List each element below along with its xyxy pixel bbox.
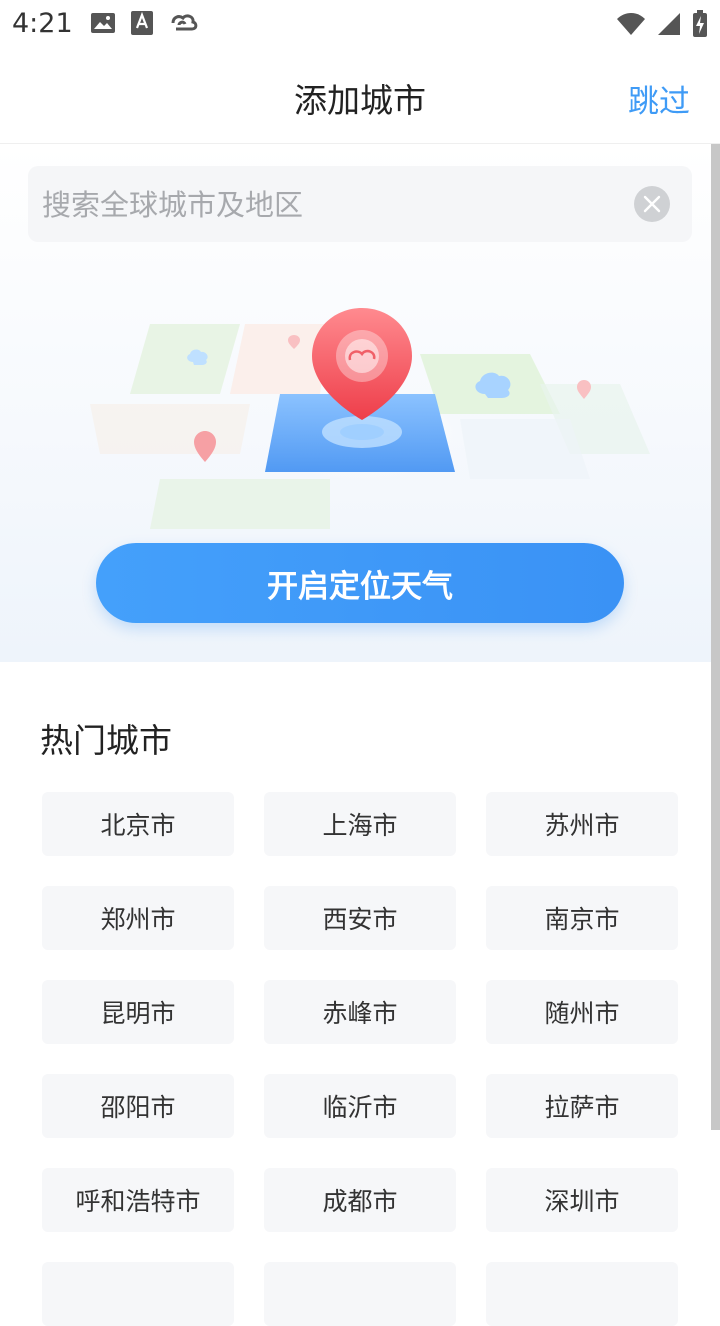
- scrollbar[interactable]: [711, 144, 720, 1130]
- skip-button[interactable]: 跳过: [628, 76, 690, 121]
- city-button[interactable]: [42, 1262, 234, 1326]
- status-bar: 4:21: [0, 0, 720, 50]
- city-button[interactable]: [264, 1262, 456, 1326]
- city-button[interactable]: 苏州市: [486, 792, 678, 856]
- location-hero: 开启定位天气: [0, 144, 711, 662]
- hot-cities-title: 热门城市: [40, 721, 172, 760]
- city-button[interactable]: 深圳市: [486, 1168, 678, 1232]
- page-title: 添加城市: [294, 81, 426, 120]
- city-button[interactable]: 呼和浩特市: [42, 1168, 234, 1232]
- city-button[interactable]: 邵阳市: [42, 1074, 234, 1138]
- city-button[interactable]: 拉萨市: [486, 1074, 678, 1138]
- search-input[interactable]: [40, 180, 604, 230]
- search-box[interactable]: [28, 166, 692, 242]
- city-button[interactable]: 北京市: [42, 792, 234, 856]
- city-button[interactable]: 郑州市: [42, 886, 234, 950]
- battery-charging-icon: [693, 10, 707, 37]
- cloud-cycle-icon: [171, 14, 198, 31]
- a-badge-icon: [131, 11, 153, 35]
- status-system-icons: [616, 10, 708, 38]
- location-pin-map-icon: [90, 308, 650, 529]
- city-button[interactable]: 西安市: [264, 886, 456, 950]
- image-icon: [91, 13, 115, 33]
- city-button[interactable]: 随州市: [486, 980, 678, 1044]
- signal-icon: [658, 13, 680, 35]
- enable-location-weather-button[interactable]: 开启定位天气: [96, 543, 624, 623]
- close-circle-icon: [643, 195, 661, 213]
- city-button[interactable]: 成都市: [264, 1168, 456, 1232]
- app-header: 添加城市 跳过: [0, 50, 720, 144]
- city-button[interactable]: 赤峰市: [264, 980, 456, 1044]
- city-button[interactable]: 南京市: [486, 886, 678, 950]
- hot-cities-grid: 北京市 上海市 苏州市 郑州市 西安市 南京市 昆明市 赤峰市 随州市 邵阳市 …: [42, 792, 678, 1326]
- wifi-icon: [617, 13, 645, 35]
- status-time: 4:21: [12, 8, 73, 39]
- city-button[interactable]: 临沂市: [264, 1074, 456, 1138]
- city-button[interactable]: [486, 1262, 678, 1326]
- city-button[interactable]: 上海市: [264, 792, 456, 856]
- status-notifications: [90, 10, 200, 36]
- clear-search-button[interactable]: [634, 186, 670, 222]
- city-button[interactable]: 昆明市: [42, 980, 234, 1044]
